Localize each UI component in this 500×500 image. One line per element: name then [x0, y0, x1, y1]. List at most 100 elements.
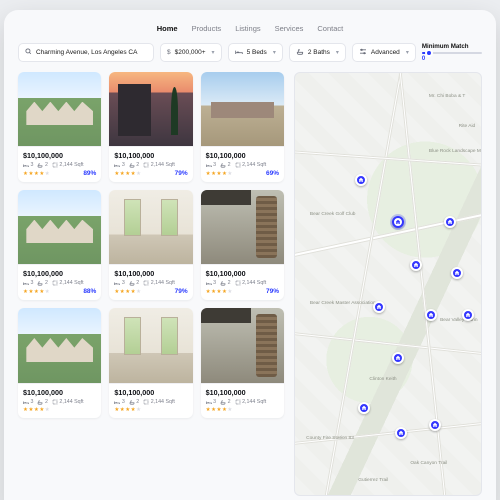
- price-filter[interactable]: $ $200,000+ ▾: [160, 43, 222, 62]
- listing-stars: ★★★★★: [23, 407, 50, 413]
- map-poi-label: County Fire Station 83: [306, 436, 354, 441]
- map-poi-label: Bear Creek Master Association: [310, 301, 376, 306]
- map-pin[interactable]: [373, 301, 385, 313]
- star-icon: ★: [114, 289, 119, 295]
- baths-filter[interactable]: 2 Baths ▾: [289, 43, 346, 62]
- listing-stars: ★★★★★: [114, 289, 141, 295]
- match-percent: 79%: [175, 288, 188, 295]
- map-pin[interactable]: [395, 427, 407, 439]
- map-pin[interactable]: [358, 402, 370, 414]
- star-icon: ★: [45, 407, 50, 413]
- listing-stars: ★★★★★: [206, 407, 233, 413]
- min-match-control: Minimum Match 0: [422, 43, 482, 62]
- listing-rating-row: ★★★★★89%: [23, 170, 96, 177]
- listing-card[interactable]: $10,100,000322,144 Sqft★★★★★79%: [109, 72, 192, 182]
- nav-listings[interactable]: Listings: [235, 24, 260, 33]
- star-icon: ★: [211, 289, 216, 295]
- house-icon: [465, 312, 471, 318]
- listing-image: [109, 308, 192, 383]
- match-percent: 88%: [83, 288, 96, 295]
- spec-sqft: 2,144 Sqft: [235, 162, 267, 168]
- nav-home[interactable]: Home: [157, 24, 178, 33]
- house-icon: [395, 219, 401, 225]
- listing-specs: 322,144 Sqft: [206, 162, 279, 168]
- listing-stars: ★★★★★: [206, 289, 233, 295]
- house-icon: [413, 262, 419, 268]
- area-icon: [52, 162, 58, 168]
- listing-stars: ★★★★★: [114, 171, 141, 177]
- spec-baths: 2: [37, 162, 47, 168]
- star-icon: ★: [114, 171, 119, 177]
- star-icon: ★: [222, 289, 227, 295]
- map-panel[interactable]: Mr. Chi Boba & TRite AidBlue Rock Landsc…: [294, 72, 482, 496]
- star-icon: ★: [206, 407, 211, 413]
- search-input[interactable]: Charming Avenue, Los Angeles CA: [18, 43, 154, 62]
- house-icon: [376, 304, 382, 310]
- chevron-down-icon: ▾: [406, 49, 409, 56]
- spec-sqft: 2,144 Sqft: [143, 162, 175, 168]
- listing-card[interactable]: $10,100,000322,144 Sqft★★★★★88%: [18, 190, 101, 300]
- listing-rating-row: ★★★★★ 69%: [206, 170, 279, 177]
- spec-beds: 3: [23, 399, 33, 405]
- listing-card[interactable]: $10,100,000322,144 Sqft★★★★★: [18, 308, 101, 418]
- house-icon: [454, 270, 460, 276]
- spec-baths: 2: [220, 162, 230, 168]
- listing-image: [201, 308, 284, 383]
- listing-image: [109, 72, 192, 146]
- bed-icon: [206, 400, 212, 405]
- star-icon: ★: [120, 289, 125, 295]
- map-pin[interactable]: [355, 174, 367, 186]
- listing-card[interactable]: $10,100,000322,144 Sqft★★★★★79%: [109, 190, 192, 300]
- listing-stars: ★★★★★: [206, 171, 233, 177]
- nav-products[interactable]: Products: [192, 24, 222, 33]
- house-icon: [361, 405, 367, 411]
- star-icon: ★: [211, 171, 216, 177]
- star-icon: ★: [131, 171, 136, 177]
- min-match-slider[interactable]: [422, 52, 482, 54]
- bed-icon: [23, 281, 29, 286]
- map-road: [294, 330, 482, 358]
- bed-icon: [23, 163, 29, 168]
- listing-image: [201, 72, 284, 146]
- bath-icon: [220, 281, 226, 286]
- spec-baths: 2: [220, 280, 230, 286]
- map-pin[interactable]: [429, 419, 441, 431]
- bath-icon: [129, 163, 135, 168]
- star-icon: ★: [34, 289, 39, 295]
- star-icon: ★: [125, 171, 130, 177]
- map-poi-label: Blue Rock Landscape Materials: [429, 149, 482, 154]
- advanced-filter[interactable]: Advanced ▾: [352, 43, 416, 62]
- spec-baths: 2: [37, 399, 47, 405]
- listing-card[interactable]: $10,100,000322,144 Sqft★★★★★: [201, 308, 284, 418]
- listing-card[interactable]: $10,100,000322,144 Sqft★★★★★79%: [201, 190, 284, 300]
- star-icon: ★: [211, 407, 216, 413]
- listing-card[interactable]: $10,100,000322,144 Sqft★★★★★89%: [18, 72, 101, 182]
- listing-body: $10,100,000322,144 Sqft★★★★★88%: [18, 264, 101, 300]
- map-pin[interactable]: [392, 352, 404, 364]
- dollar-icon: $: [167, 49, 171, 56]
- map-pin[interactable]: [444, 216, 456, 228]
- listing-body: $10,100,000322,144 Sqft★★★★★79%: [201, 264, 284, 300]
- search-icon: [25, 48, 32, 57]
- match-percent: 69%: [266, 170, 279, 177]
- listing-price: $10,100,000: [114, 269, 187, 278]
- listing-card[interactable]: $10,100,000322,144 Sqft★★★★★69%: [201, 72, 284, 182]
- slider-thumb[interactable]: [425, 49, 433, 57]
- star-icon: ★: [131, 289, 136, 295]
- nav-contact[interactable]: Contact: [317, 24, 343, 33]
- map-road: [294, 420, 482, 446]
- house-icon: [395, 355, 401, 361]
- nav-services[interactable]: Services: [275, 24, 304, 33]
- bed-icon: [206, 281, 212, 286]
- listing-body: $10,100,000322,144 Sqft★★★★★79%: [109, 146, 192, 182]
- listing-body: $10,100,000322,144 Sqft★★★★★: [18, 383, 101, 418]
- bath-icon: [37, 400, 43, 405]
- map-pin[interactable]: [392, 216, 404, 228]
- beds-filter[interactable]: 5 Beds ▾: [228, 43, 283, 62]
- listing-body: $10,100,000322,144 Sqft★★★★★: [201, 383, 284, 418]
- listing-card[interactable]: $10,100,000322,144 Sqft★★★★★: [109, 308, 192, 418]
- star-icon: ★: [136, 289, 141, 295]
- map-pin[interactable]: [425, 309, 437, 321]
- map-pin[interactable]: [451, 267, 463, 279]
- map-pin[interactable]: [410, 259, 422, 271]
